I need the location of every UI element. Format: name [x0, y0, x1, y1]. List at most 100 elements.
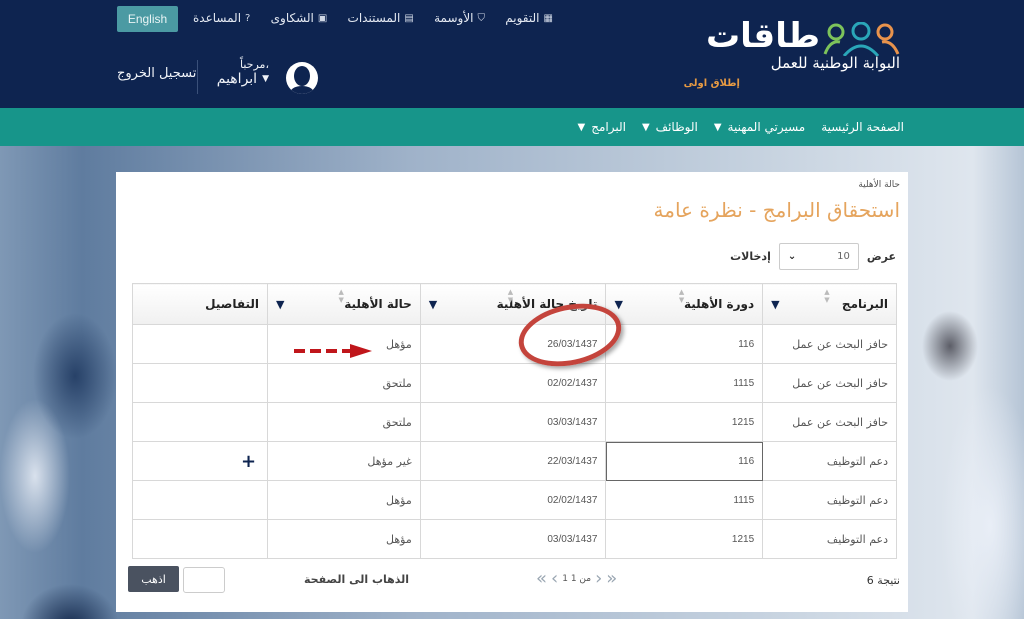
cell-date: 03/03/1437: [419, 402, 607, 442]
help-icon: ?: [245, 12, 251, 24]
breadcrumb[interactable]: حالة الأهلية: [858, 180, 900, 190]
page-info: 1 من 1: [562, 573, 592, 584]
filter-icon[interactable]: ▼: [614, 298, 622, 311]
table-header-row: ▲ ▼ البرنامج ▼ ▲ ▼ دورة الأهلية ▼ ▲ ▼ تاريخ ح…: [131, 283, 897, 325]
column-header-cycle[interactable]: ▲ ▼ دورة الأهلية ▼: [605, 283, 764, 325]
cell-status: ملتحق: [267, 402, 421, 442]
content-panel: حالة الأهلية استحقاق البرامج - نظرة عامة…: [116, 172, 908, 612]
cell-cycle[interactable]: 116: [605, 441, 764, 481]
nav-item-label: البرامج: [591, 120, 626, 134]
entries-select[interactable]: 10 ⌄: [778, 243, 859, 270]
top-link-help[interactable]: ? المساعدة: [193, 11, 250, 25]
main-navigation: الصفحة الرئيسية مسيرتي المهنية ▼ الوظائف…: [0, 108, 1024, 146]
column-header-program[interactable]: ▲ ▼ البرنامج ▼: [762, 283, 897, 325]
table-row: دعم التوظيف 116 22/03/1437 غير مؤهل +: [131, 441, 897, 481]
column-label: التفاصيل: [205, 297, 260, 311]
last-page-icon[interactable]: »: [606, 568, 617, 589]
user-name: ابراهيم: [216, 71, 258, 87]
column-label: دورة الأهلية: [683, 297, 755, 311]
cell-status: مؤهل: [267, 519, 421, 559]
taqat-logo[interactable]: طاقات البوابة الوطنية للعمل إطلاق اولى: [684, 14, 900, 94]
top-link-label: المساعدة: [193, 11, 242, 25]
cell-cycle: 1215: [605, 402, 764, 442]
sort-icon[interactable]: ▲ ▼: [339, 288, 344, 304]
entries-value: 10: [837, 251, 850, 262]
caret-down-icon: ▼: [577, 121, 586, 133]
user-name-dropdown[interactable]: ابراهيم ▼: [205, 71, 269, 87]
cell-date: 03/03/1437: [419, 519, 607, 559]
go-button[interactable]: اذهب: [128, 566, 179, 592]
top-link-label: الأوسمة: [434, 11, 474, 25]
cell-details: [131, 402, 269, 442]
cell-status: مؤهل: [267, 480, 421, 520]
top-link-badges[interactable]: ⛉ الأوسمة: [434, 11, 485, 25]
entries-label: إدخالات: [730, 250, 771, 263]
logo-name: طاقات: [706, 16, 821, 56]
documents-icon: ▤: [404, 12, 414, 24]
caret-down-icon: ▼: [713, 121, 722, 133]
nav-item-label: الوظائف: [655, 120, 698, 134]
nav-item-programs[interactable]: البرامج ▼: [578, 120, 626, 134]
cell-date: 02/02/1437: [419, 363, 607, 403]
people-icon: [823, 22, 900, 56]
entries-length-control: عرض 10 ⌄ إدخالات: [730, 243, 896, 270]
user-menu[interactable]: مرحباً، ابراهيم ▼: [205, 58, 269, 87]
column-header-details: التفاصيل: [131, 283, 269, 325]
filter-icon[interactable]: ▼: [771, 298, 779, 311]
filter-icon[interactable]: ▼: [429, 298, 437, 311]
cell-cycle: 1115: [605, 363, 764, 403]
cell-program: حافز البحث عن عمل: [762, 402, 897, 442]
show-label: عرض: [866, 250, 896, 263]
cell-program: حافز البحث عن عمل: [762, 363, 897, 403]
cell-program: دعم التوظيف: [762, 480, 897, 520]
table-row: حافز البحث عن عمل 1115 02/02/1437 ملتحق: [131, 363, 897, 403]
table-row: دعم التوظيف 1115 02/02/1437 مؤهل: [131, 480, 897, 520]
column-label: حالة الأهلية: [344, 297, 412, 311]
logo-tagline: إطلاق اولى: [683, 78, 740, 89]
top-link-calendar[interactable]: ▦ التقويم: [505, 11, 553, 25]
filter-icon[interactable]: ▼: [276, 298, 284, 311]
nav-item-jobs[interactable]: الوظائف ▼: [642, 120, 698, 134]
logo-subtitle: البوابة الوطنية للعمل: [770, 54, 900, 72]
cell-details: +: [131, 441, 269, 481]
next-page-icon[interactable]: ›: [595, 568, 602, 589]
nav-item-my-career[interactable]: مسيرتي المهنية ▼: [714, 120, 805, 134]
top-link-documents[interactable]: ▤ المستندات: [348, 11, 414, 25]
cell-program: دعم التوظيف: [762, 519, 897, 559]
avatar[interactable]: [286, 62, 318, 94]
top-link-complaints[interactable]: ▣ الشكاوى: [271, 11, 328, 25]
sort-icon[interactable]: ▲ ▼: [508, 288, 513, 304]
comment-icon: ▣: [317, 12, 328, 24]
goto-page-input[interactable]: [183, 567, 225, 593]
cell-status: غير مؤهل: [267, 441, 421, 481]
chevron-down-icon: ▼: [262, 74, 269, 84]
sort-icon[interactable]: ▲ ▼: [824, 288, 829, 304]
cell-details: [131, 519, 269, 559]
cell-details: [131, 480, 269, 520]
divider: [197, 60, 198, 94]
first-page-icon[interactable]: «: [536, 568, 547, 589]
cell-cycle: 116: [605, 324, 764, 364]
logout-link[interactable]: تسجيل الخروج: [117, 66, 196, 81]
pagination: « ‹ 1 من 1 › »: [536, 568, 617, 589]
badge-shield-icon: ⛉: [477, 12, 486, 24]
annotation-dashed-arrow-icon: [294, 344, 372, 358]
previous-page-icon[interactable]: ‹: [551, 568, 558, 589]
eligibility-table: ▲ ▼ البرنامج ▼ ▲ ▼ دورة الأهلية ▼ ▲ ▼ تاريخ ح…: [131, 283, 897, 559]
cell-cycle: 1115: [605, 480, 764, 520]
cell-status: ملتحق: [267, 363, 421, 403]
goto-page-label: الذهاب الى الصفحة: [304, 573, 410, 586]
top-link-label: الشكاوى: [270, 11, 314, 25]
result-count: 6 نتيجة: [866, 574, 900, 587]
top-link-label: المستندات: [347, 11, 401, 25]
nav-item-label: الصفحة الرئيسية: [821, 120, 904, 134]
cell-details: [131, 324, 269, 364]
english-language-button[interactable]: English: [117, 6, 178, 32]
expand-details-plus-icon[interactable]: +: [141, 451, 259, 472]
column-header-status[interactable]: ▲ ▼ حالة الأهلية ▼: [267, 283, 421, 325]
cell-program: حافز البحث عن عمل: [762, 324, 897, 364]
cell-date: 02/02/1437: [419, 480, 607, 520]
top-links: ▦ التقويم ⛉ الأوسمة ▤ المستندات ▣ الشكاو…: [193, 11, 553, 25]
sort-icon[interactable]: ▲ ▼: [679, 288, 684, 304]
nav-item-home[interactable]: الصفحة الرئيسية: [821, 120, 904, 134]
